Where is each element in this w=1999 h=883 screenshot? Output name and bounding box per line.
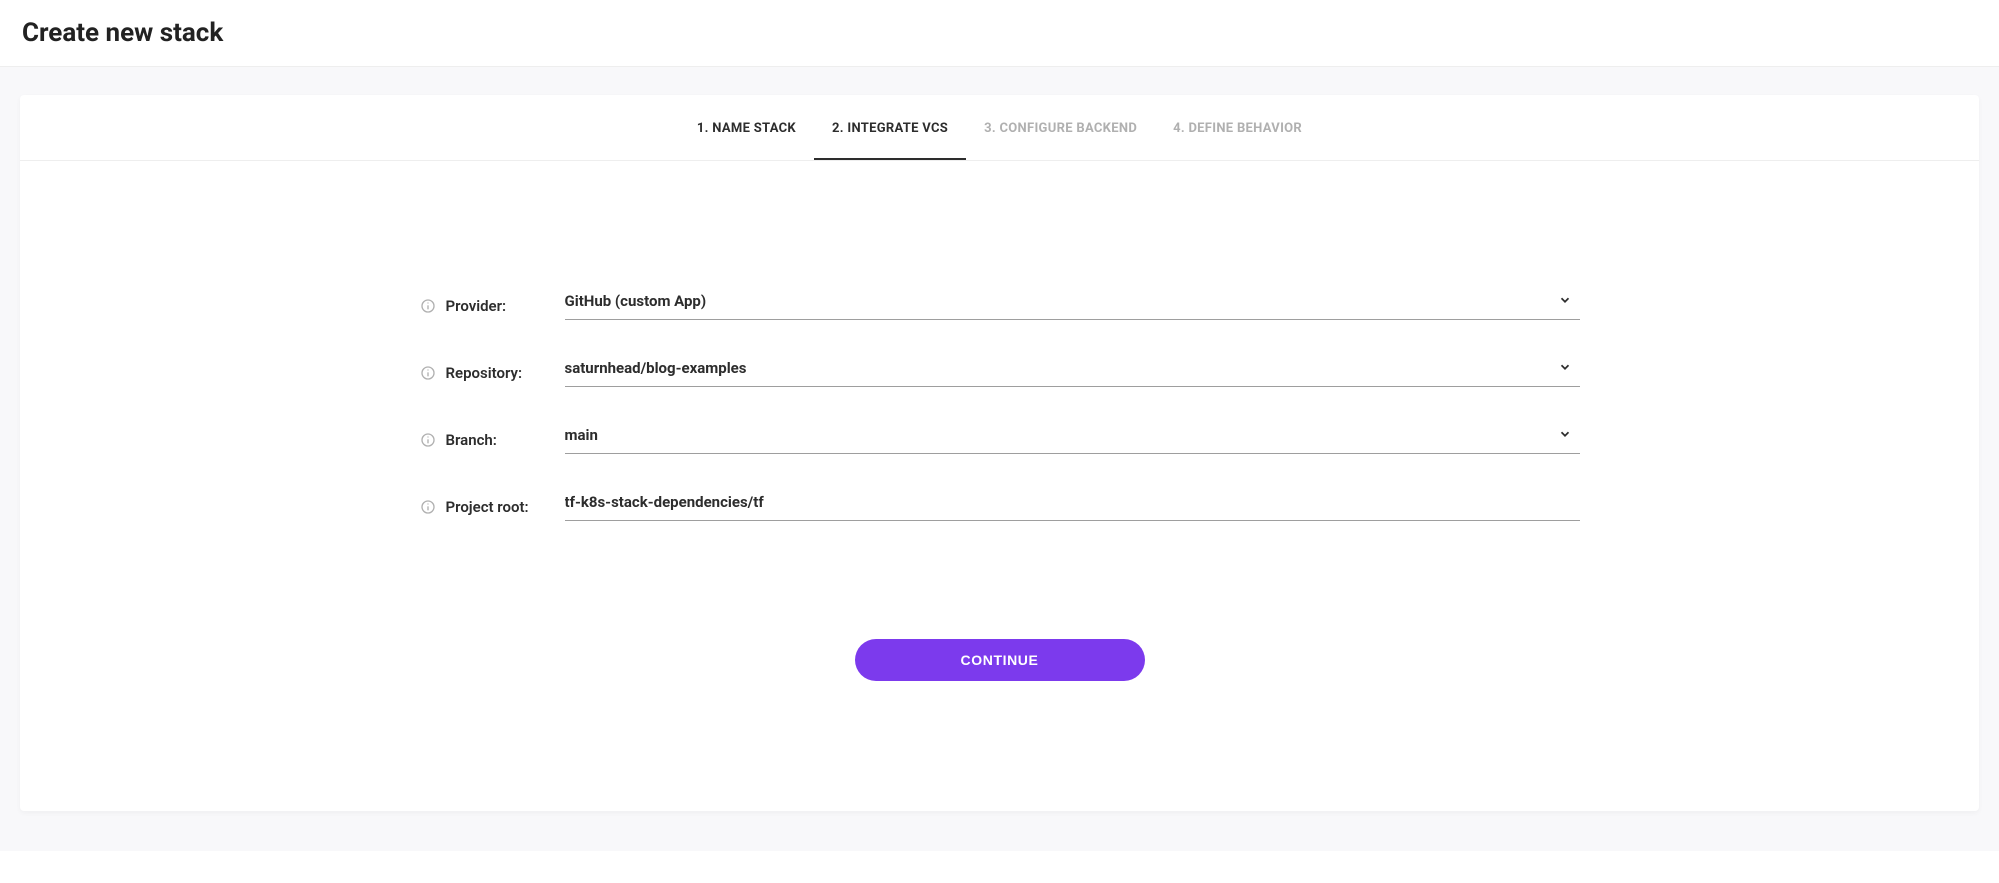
chevron-down-icon <box>1556 291 1574 309</box>
info-icon[interactable] <box>420 365 436 381</box>
form-area: Provider: GitHub (custom App) Repository… <box>20 161 1979 811</box>
select-branch[interactable]: main <box>565 425 1580 454</box>
value-repository: saturnhead/blog-examples <box>565 359 747 377</box>
field-provider: Provider: GitHub (custom App) <box>420 291 1580 320</box>
tab-name-stack[interactable]: 1. NAME STACK <box>679 95 814 160</box>
input-project-root-wrapper <box>565 492 1580 521</box>
value-branch: main <box>565 426 598 444</box>
field-project-root: Project root: <box>420 492 1580 521</box>
tab-define-behavior: 4. DEFINE BEHAVIOR <box>1155 95 1320 160</box>
wizard-card: 1. NAME STACK 2. INTEGRATE VCS 3. CONFIG… <box>20 95 1979 811</box>
info-icon[interactable] <box>420 499 436 515</box>
button-row: CONTINUE <box>20 559 1979 681</box>
continue-button[interactable]: CONTINUE <box>855 639 1145 681</box>
info-icon[interactable] <box>420 432 436 448</box>
page-title: Create new stack <box>0 0 1999 66</box>
label-provider: Provider: <box>446 297 507 315</box>
label-block-provider: Provider: <box>420 297 565 315</box>
field-repository: Repository: saturnhead/blog-examples <box>420 358 1580 387</box>
label-block-project-root: Project root: <box>420 498 565 516</box>
tab-configure-backend: 3. CONFIGURE BACKEND <box>966 95 1155 160</box>
chevron-down-icon <box>1556 358 1574 376</box>
page-body: 1. NAME STACK 2. INTEGRATE VCS 3. CONFIG… <box>0 66 1999 851</box>
chevron-down-icon <box>1556 425 1574 443</box>
label-block-repository: Repository: <box>420 364 565 382</box>
info-icon[interactable] <box>420 298 436 314</box>
wizard-tabs: 1. NAME STACK 2. INTEGRATE VCS 3. CONFIG… <box>20 95 1979 161</box>
select-provider[interactable]: GitHub (custom App) <box>565 291 1580 320</box>
select-repository[interactable]: saturnhead/blog-examples <box>565 358 1580 387</box>
value-provider: GitHub (custom App) <box>565 292 707 310</box>
label-block-branch: Branch: <box>420 431 565 449</box>
label-project-root: Project root: <box>446 498 529 516</box>
tab-integrate-vcs[interactable]: 2. INTEGRATE VCS <box>814 95 966 160</box>
label-repository: Repository: <box>446 364 523 382</box>
input-project-root[interactable] <box>565 493 1546 511</box>
field-branch: Branch: main <box>420 425 1580 454</box>
label-branch: Branch: <box>446 431 497 449</box>
